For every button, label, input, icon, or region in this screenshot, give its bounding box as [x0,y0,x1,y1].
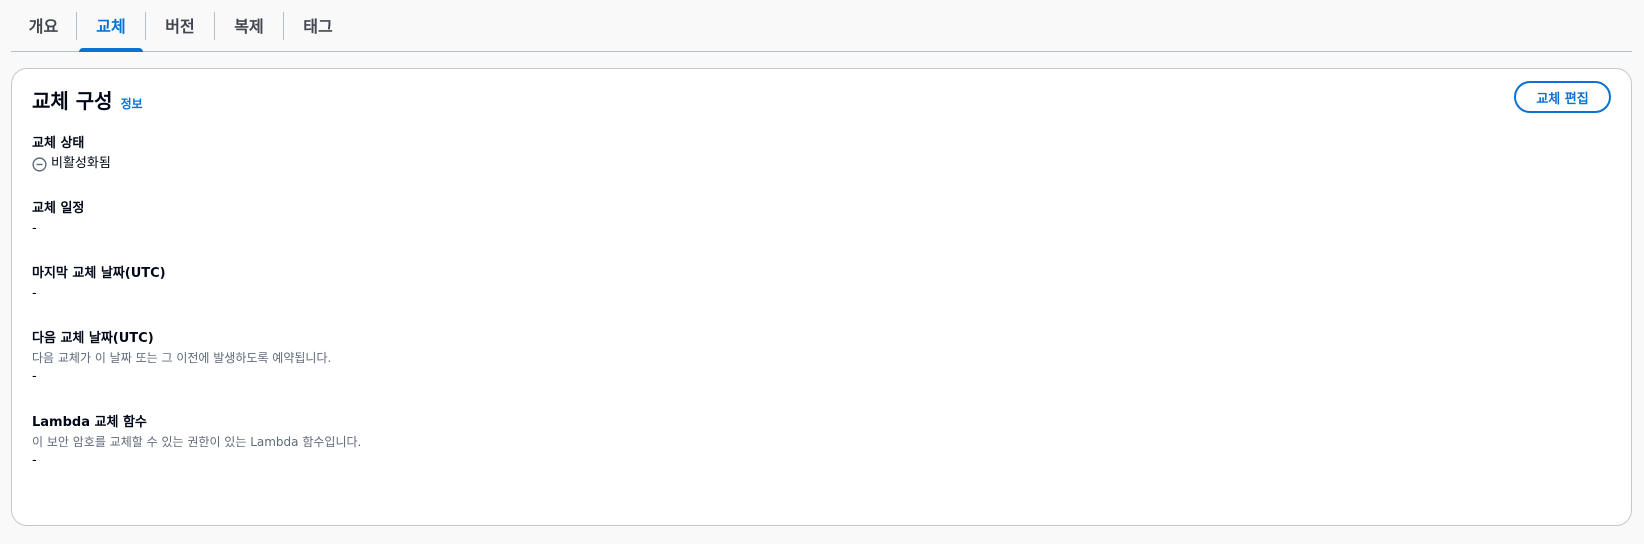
tab-versions[interactable]: 버전 [146,0,214,51]
rotation-schedule-field: 교체 일정 - [32,199,84,239]
panel-title: 교체 구성 [32,89,113,113]
last-rotated-value: - [32,286,37,301]
tab-overview-label: 개요 [28,17,59,36]
tab-tags-label: 태그 [303,17,333,36]
info-link[interactable]: 정보 [121,95,143,112]
panel-header: 교체 구성 정보 [32,85,143,114]
next-rotation-label: 다음 교체 날짜(UTC) [32,331,154,346]
lambda-function-value: - [32,453,37,468]
rotation-schedule-value: - [32,221,37,236]
next-rotation-field: 다음 교체 날짜(UTC) 다음 교체가 이 날짜 또는 그 이전에 발생하도록… [32,329,331,387]
rotation-status-value-row: 비활성화됨 [32,154,111,174]
status-disabled-icon [32,156,47,172]
next-rotation-value: - [32,369,37,384]
tab-versions-label: 버전 [165,17,195,36]
lambda-function-label: Lambda 교체 함수 [32,415,147,430]
next-rotation-description: 다음 교체가 이 날짜 또는 그 이전에 발생하도록 예약됩니다. [32,351,332,365]
rotation-schedule-label: 교체 일정 [32,201,85,216]
rotation-status-label: 교체 상태 [32,136,85,151]
tab-bar: 개요 교체 버전 복제 태그 [11,0,1632,52]
tab-rotation[interactable]: 교체 [77,0,145,52]
tab-replication[interactable]: 복제 [215,0,283,51]
edit-rotation-button[interactable]: 교체 편집 [1514,81,1611,113]
rotation-status-field: 교체 상태 비활성화됨 [32,134,111,174]
last-rotated-label: 마지막 교체 날짜(UTC) [32,266,166,281]
tab-rotation-label: 교체 [96,17,126,36]
tab-overview[interactable]: 개요 [11,0,76,51]
tab-replication-label: 복제 [234,17,264,36]
rotation-status-value: 비활성화됨 [51,156,111,171]
last-rotated-field: 마지막 교체 날짜(UTC) - [32,264,166,304]
rotation-config-panel: 교체 구성 정보 교체 편집 교체 상태 비활성화됨 교체 일정 - 마지막 교… [11,68,1632,526]
lambda-function-field: Lambda 교체 함수 이 보안 암호를 교체할 수 있는 권한이 있는 La… [32,413,361,471]
lambda-function-description: 이 보안 암호를 교체할 수 있는 권한이 있는 Lambda 함수입니다. [32,435,362,449]
tab-tags[interactable]: 태그 [284,0,352,51]
